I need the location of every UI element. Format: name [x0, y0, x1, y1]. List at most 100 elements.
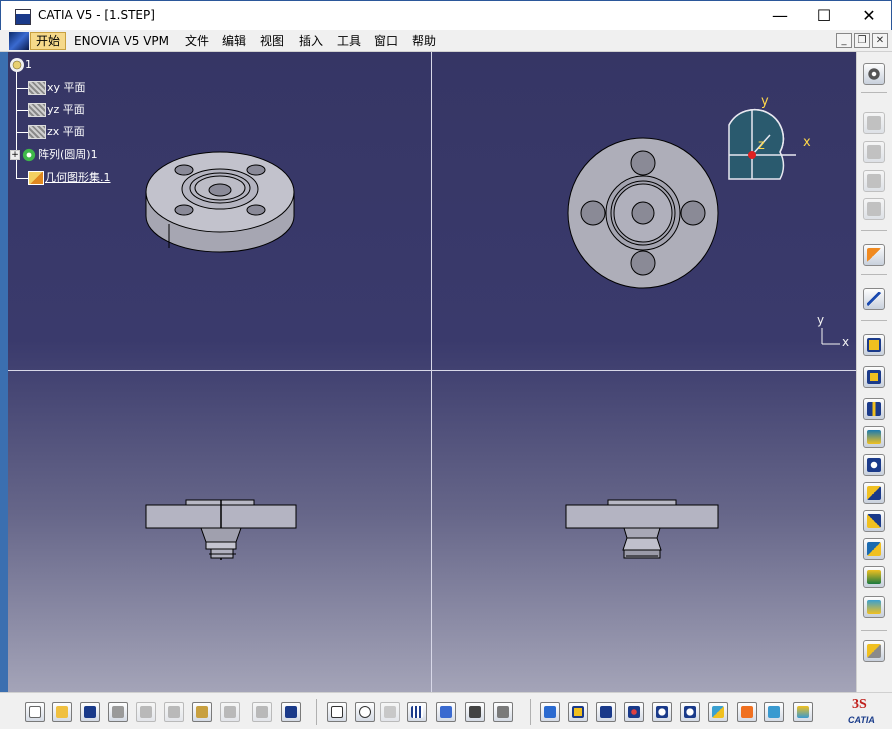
- settings-gear-icon[interactable]: [863, 63, 885, 85]
- print-icon[interactable]: [108, 702, 128, 722]
- maximize-button[interactable]: ☐: [801, 1, 847, 31]
- fly-mode-icon[interactable]: [540, 702, 560, 722]
- tree-item-geometrical-set[interactable]: 几何图形集.1: [28, 169, 111, 187]
- tree-item-circular-pattern[interactable]: + 阵列(圆周)1: [10, 146, 98, 164]
- viewport-vertical-divider[interactable]: [431, 52, 432, 692]
- pad-icon[interactable]: [863, 334, 885, 356]
- zoom-out-icon[interactable]: [680, 702, 700, 722]
- minimize-button[interactable]: —: [757, 1, 803, 31]
- comment-icon[interactable]: [355, 702, 375, 722]
- menu-help[interactable]: 帮助: [407, 32, 441, 50]
- groove-icon[interactable]: [863, 426, 885, 448]
- compass-z-label: z: [758, 138, 765, 153]
- catia-logo-mark: 3S: [852, 697, 867, 712]
- doc-restore-button[interactable]: ❐: [854, 33, 870, 48]
- whats-this-icon[interactable]: [281, 702, 301, 722]
- copy-icon[interactable]: [164, 702, 184, 722]
- zoom-in-icon[interactable]: [652, 702, 672, 722]
- expand-plus-icon[interactable]: +: [10, 150, 20, 160]
- toolbar-separator: [861, 320, 887, 321]
- tree-item-yz-plane[interactable]: yz 平面: [28, 101, 85, 119]
- rotate-icon[interactable]: [624, 702, 644, 722]
- redo-icon[interactable]: [252, 702, 272, 722]
- menu-window[interactable]: 窗口: [369, 32, 403, 50]
- tree-item-label: yz 平面: [47, 103, 85, 116]
- pan-icon[interactable]: [596, 702, 616, 722]
- flange-side-view-right[interactable]: [564, 498, 720, 562]
- geometrical-set-icon: [28, 171, 44, 185]
- left-frame: [0, 52, 8, 692]
- stiffener-icon[interactable]: [863, 538, 885, 560]
- menu-edit[interactable]: 编辑: [217, 32, 251, 50]
- flange-side-view-left[interactable]: [144, 498, 297, 562]
- cut-icon[interactable]: [136, 702, 156, 722]
- bottom-toolbar: 3S CATIA: [0, 692, 892, 729]
- toolbar-separator: [316, 699, 317, 725]
- shaft-icon[interactable]: [863, 398, 885, 420]
- slot-icon[interactable]: [863, 510, 885, 532]
- menu-file[interactable]: 文件: [180, 32, 214, 50]
- image-capture-1-icon[interactable]: [863, 112, 885, 134]
- plane-icon: [28, 103, 46, 117]
- menu-tools[interactable]: 工具: [332, 32, 366, 50]
- tree-item-label: 阵列(圆周)1: [38, 148, 98, 161]
- toolbar-separator: [861, 630, 887, 631]
- specification-tree: 1 xy 平面 yz 平面 zx 平面 + 阵列(圆周)1 几何图形集.1: [8, 52, 138, 192]
- menu-view[interactable]: 视图: [255, 32, 289, 50]
- selection-set-icon[interactable]: [493, 702, 513, 722]
- axis-x-label: x: [842, 335, 849, 349]
- more-tools-chevron-icon[interactable]: [863, 666, 885, 680]
- compass-y-label: y: [761, 94, 769, 109]
- tree-item-label: zx 平面: [47, 125, 85, 138]
- open-folder-icon[interactable]: [52, 702, 72, 722]
- multi-section-solid-icon[interactable]: [863, 566, 885, 588]
- rib-icon[interactable]: [863, 482, 885, 504]
- lock-icon[interactable]: [465, 702, 485, 722]
- normal-view-icon[interactable]: [708, 702, 728, 722]
- sketch-icon[interactable]: [863, 288, 885, 310]
- doc-close-button[interactable]: ✕: [872, 33, 888, 48]
- lightbulb-icon[interactable]: [380, 702, 400, 722]
- hole-icon[interactable]: [863, 454, 885, 476]
- save-icon[interactable]: [80, 702, 100, 722]
- select-arrow-icon[interactable]: [863, 244, 885, 266]
- menu-start[interactable]: 开始: [30, 32, 67, 50]
- tree-root[interactable]: 1: [10, 56, 32, 74]
- toolbar-separator: [861, 230, 887, 231]
- catia-logo-text: CATIA: [848, 715, 875, 725]
- compass[interactable]: y x z: [720, 92, 830, 192]
- iso-view-icon[interactable]: [764, 702, 784, 722]
- image-capture-2-icon[interactable]: [863, 141, 885, 163]
- catia-logo: 3S CATIA: [848, 697, 888, 725]
- menu-insert[interactable]: 插入: [294, 32, 328, 50]
- doc-minimize-button[interactable]: _: [836, 33, 852, 48]
- 3d-viewport[interactable]: 1 xy 平面 yz 平面 zx 平面 + 阵列(圆周)1 几何图形集.1 y …: [8, 52, 856, 692]
- fit-all-icon[interactable]: [568, 702, 588, 722]
- flange-top-view[interactable]: [566, 136, 721, 291]
- catia-menu-logo-icon[interactable]: [9, 32, 29, 50]
- formula-icon[interactable]: [327, 702, 347, 722]
- tree-reorder-icon[interactable]: [436, 702, 456, 722]
- fillet-icon[interactable]: [863, 640, 885, 662]
- tree-item-zx-plane[interactable]: zx 平面: [28, 123, 85, 141]
- removed-multi-section-icon[interactable]: [863, 596, 885, 618]
- tree-item-xy-plane[interactable]: xy 平面: [28, 79, 86, 97]
- shading-view-icon[interactable]: [737, 702, 757, 722]
- paste-icon[interactable]: [192, 702, 212, 722]
- new-file-icon[interactable]: [25, 702, 45, 722]
- hide-show-icon[interactable]: [793, 702, 813, 722]
- table-icon[interactable]: [407, 702, 427, 722]
- menu-enovia[interactable]: ENOVIA V5 VPM: [69, 32, 174, 50]
- part-gear-icon: [10, 58, 24, 72]
- catia-app-icon: [15, 9, 31, 25]
- undo-icon[interactable]: [220, 702, 240, 722]
- image-capture-4-icon[interactable]: [863, 198, 885, 220]
- flange-isometric-view[interactable]: [138, 140, 298, 258]
- pocket-icon[interactable]: [863, 366, 885, 388]
- close-button[interactable]: ✕: [846, 1, 892, 31]
- viewport-horizontal-divider[interactable]: [8, 370, 856, 371]
- tree-root-label: 1: [25, 58, 32, 71]
- title-bar: CATIA V5 - [1.STEP] — ☐ ✕: [0, 0, 892, 30]
- tree-item-label: xy 平面: [47, 81, 86, 94]
- image-capture-3-icon[interactable]: [863, 170, 885, 192]
